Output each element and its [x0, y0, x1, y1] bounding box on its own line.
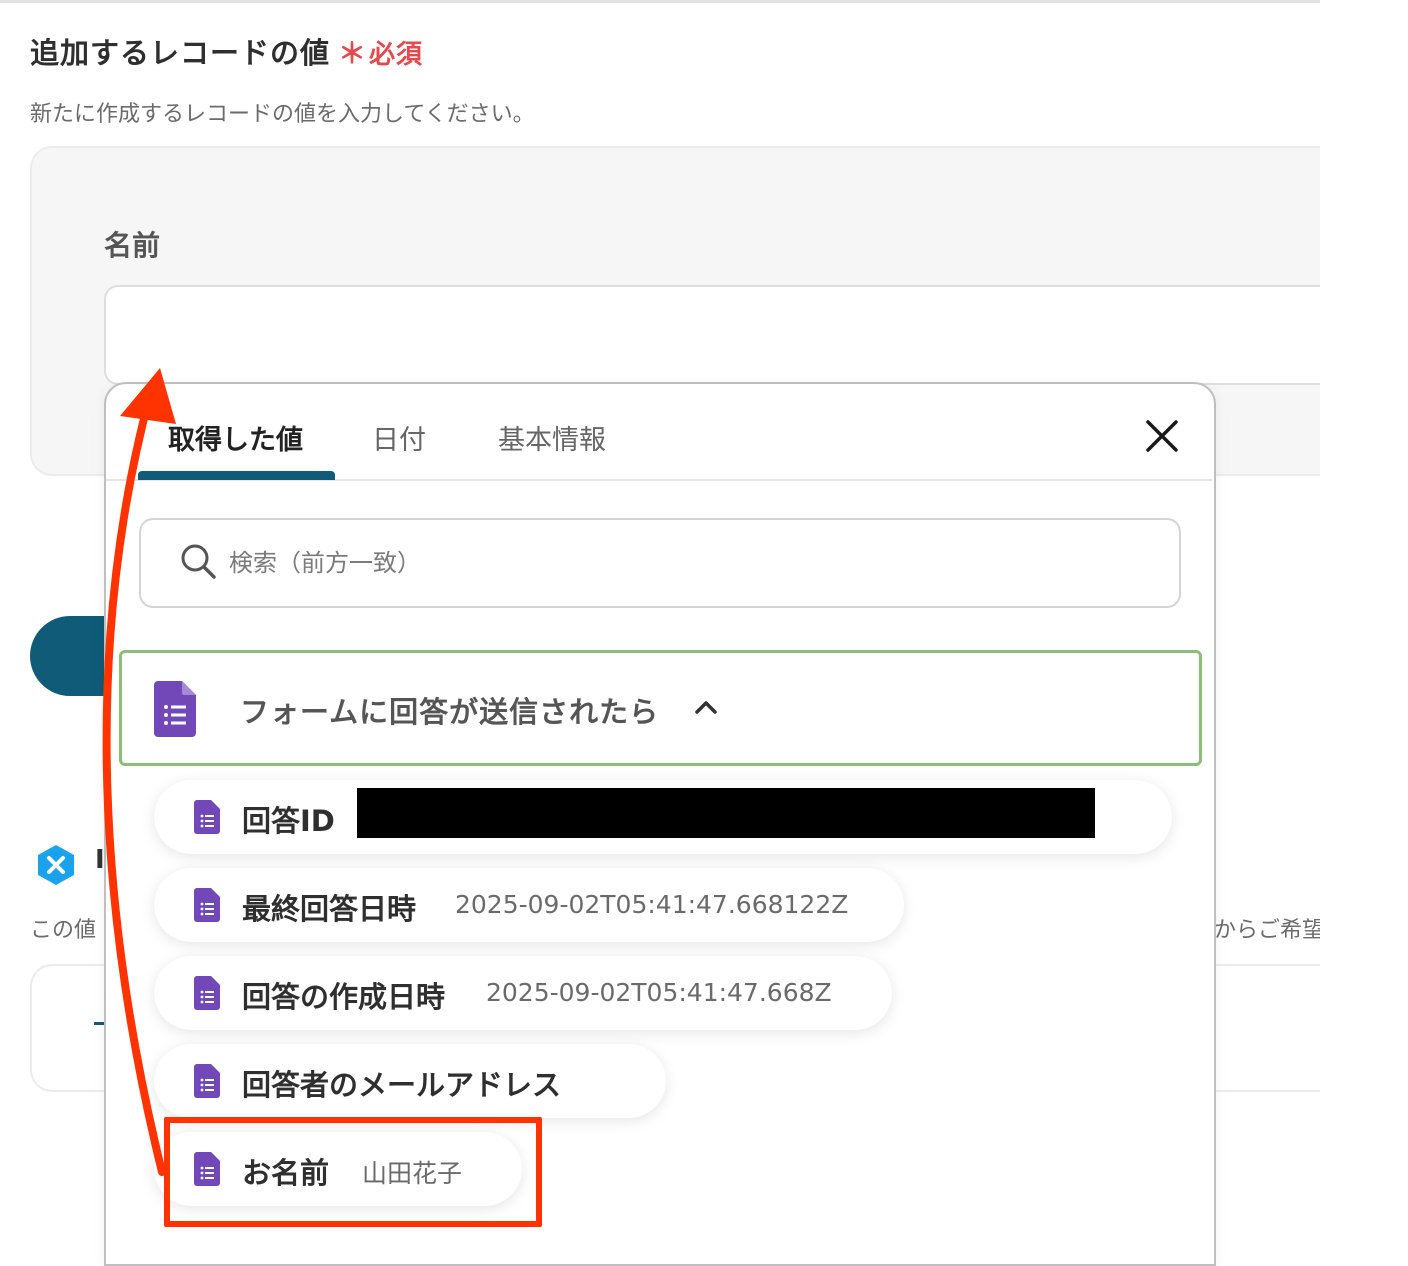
background-description-right: からご希望 [1214, 918, 1325, 943]
tab-retrieved-values[interactable]: 取得した値 [168, 418, 303, 457]
section-title-text: 追加するレコードの値 [30, 36, 331, 70]
name-field-label: 名前 [104, 229, 161, 262]
section-title: 追加するレコードの値 ＊必須 [30, 30, 423, 72]
list-item-respondent-email[interactable]: 回答者のメールアドレス [154, 1044, 666, 1118]
item-value: 2025-09-02T05:41:47.668122Z [455, 890, 849, 919]
required-label: 必須 [369, 40, 424, 70]
list-item-response-id[interactable]: 回答ID [154, 780, 1172, 854]
google-forms-icon [194, 800, 220, 834]
search-icon [181, 544, 216, 579]
forms-trigger-label: フォームに回答が送信されたら [240, 695, 660, 729]
list-item-last-answered[interactable]: 最終回答日時 2025-09-02T05:41:47.668122Z [154, 868, 904, 942]
item-label: 回答ID [242, 804, 335, 838]
name-field-input[interactable] [104, 285, 1332, 385]
chevron-up-icon[interactable] [694, 699, 718, 715]
section-description: 新たに作成するレコードの値を入力してください。 [30, 102, 535, 127]
x-badge-icon [38, 845, 74, 885]
item-label: 最終回答日時 [242, 892, 417, 926]
item-label: 回答の作成日時 [242, 980, 446, 1014]
google-forms-icon [194, 1064, 220, 1098]
close-icon[interactable] [1140, 414, 1184, 458]
redacted-value [357, 788, 1095, 838]
search-box [139, 518, 1181, 608]
item-value: 2025-09-02T05:41:47.668Z [486, 978, 832, 1007]
highlight-box [164, 1117, 542, 1227]
right-gutter [1320, 0, 1408, 1242]
google-forms-icon [154, 681, 196, 737]
top-divider [0, 0, 1408, 3]
tab-date[interactable]: 日付 [372, 418, 426, 457]
forms-trigger-group[interactable]: フォームに回答が送信されたら [119, 650, 1202, 766]
search-input[interactable] [227, 540, 1131, 586]
background-description-left: この値 [30, 918, 97, 943]
item-label: 回答者のメールアドレス [242, 1068, 562, 1102]
tab-basic-info[interactable]: 基本情報 [498, 418, 606, 457]
google-forms-icon [194, 976, 220, 1010]
list-item-created-at[interactable]: 回答の作成日時 2025-09-02T05:41:47.668Z [154, 956, 892, 1030]
active-tab-indicator [138, 471, 335, 480]
google-forms-icon [194, 888, 220, 922]
required-star: ＊ [338, 37, 368, 70]
